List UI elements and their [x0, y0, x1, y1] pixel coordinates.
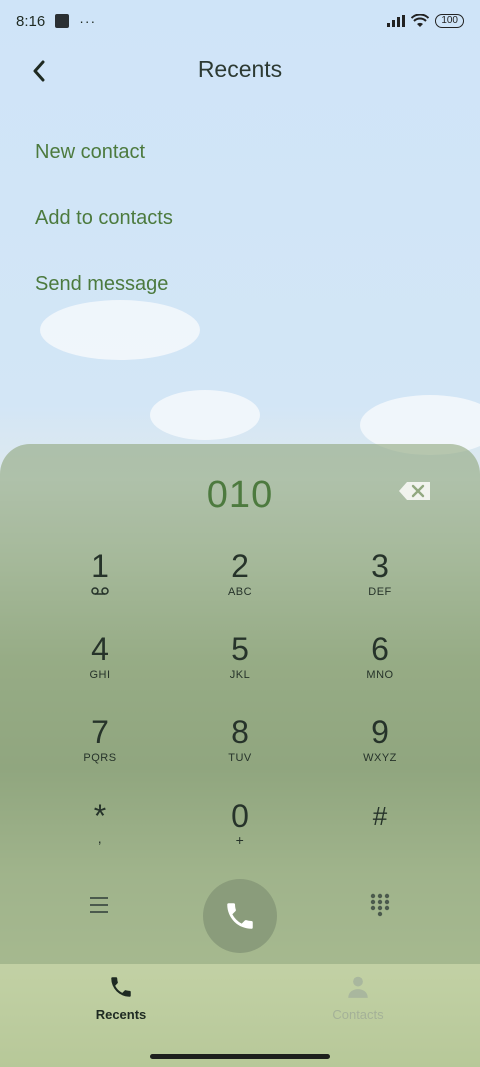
key-letters: PQRS — [83, 752, 117, 764]
keypad-grid-icon — [370, 893, 390, 917]
key-letters: ABC — [227, 586, 253, 598]
key-digit: 4 — [91, 631, 109, 667]
page-title: Recents — [197, 56, 283, 82]
signal-icon — [387, 15, 406, 27]
key-star[interactable]: * , — [40, 798, 160, 868]
key-9[interactable]: 9 WXYZ — [320, 714, 440, 784]
menu-button[interactable] — [88, 894, 112, 916]
key-1[interactable]: 1 — [40, 548, 160, 618]
app-header: Recents — [0, 44, 480, 96]
toggle-keypad-button[interactable] — [369, 892, 391, 918]
tab-recents[interactable]: Recents — [61, 974, 181, 1022]
bottom-navigation: Recents Contacts — [0, 964, 480, 1067]
call-button[interactable] — [203, 879, 277, 953]
phone-icon — [111, 977, 131, 997]
send-message-option[interactable]: Send message — [35, 273, 168, 296]
key-5[interactable]: 5 JKL — [180, 631, 300, 701]
backspace-button[interactable] — [398, 481, 432, 505]
more-notifications-icon: ··· — [79, 13, 97, 29]
key-letters: + — [235, 832, 245, 848]
key-2[interactable]: 2 ABC — [180, 548, 300, 618]
key-digit: * — [93, 798, 107, 834]
cloud-shape — [150, 390, 260, 440]
person-icon — [348, 976, 368, 998]
key-letters: , — [97, 830, 103, 846]
key-7[interactable]: 7 PQRS — [40, 714, 160, 784]
key-digit: 9 — [371, 714, 389, 750]
key-digit: # — [372, 801, 388, 831]
key-0[interactable]: 0 + — [180, 798, 300, 868]
key-digit: 6 — [371, 631, 389, 667]
status-bar: 8:16 ··· 100 — [0, 0, 480, 42]
battery-icon: 100 — [435, 14, 464, 28]
key-digit: 0 — [231, 798, 249, 834]
key-hash[interactable]: # — [320, 798, 440, 868]
key-digit: 1 — [91, 548, 109, 584]
key-digit: 5 — [231, 631, 249, 667]
key-4[interactable]: 4 GHI — [40, 631, 160, 701]
key-letters: TUV — [228, 752, 252, 764]
add-to-contacts-option[interactable]: Add to contacts — [35, 207, 173, 230]
key-letters: JKL — [229, 669, 251, 681]
key-letters: DEF — [368, 586, 392, 598]
key-letters: WXYZ — [363, 752, 397, 764]
key-8[interactable]: 8 TUV — [180, 714, 300, 784]
wifi-icon — [411, 14, 430, 27]
key-letters: GHI — [89, 669, 111, 681]
notification-icon — [55, 14, 70, 28]
status-time: 8:16 — [16, 12, 46, 30]
key-digit: 2 — [231, 548, 249, 584]
key-letters: MNO — [366, 669, 394, 681]
key-6[interactable]: 6 MNO — [320, 631, 440, 701]
voicemail-icon — [40, 586, 160, 599]
key-digit: 3 — [371, 548, 389, 584]
cloud-shape — [40, 300, 200, 360]
backspace-icon — [399, 482, 430, 500]
new-contact-option[interactable]: New contact — [35, 141, 145, 164]
key-digit: 8 — [231, 714, 249, 750]
tab-recents-label: Recents — [95, 1007, 147, 1022]
tab-contacts[interactable]: Contacts — [298, 974, 418, 1022]
home-indicator[interactable] — [150, 1054, 330, 1059]
tab-contacts-label: Contacts — [332, 1007, 384, 1022]
phone-icon — [227, 903, 253, 929]
menu-lines-icon — [90, 897, 108, 913]
key-digit: 7 — [91, 714, 109, 750]
key-3[interactable]: 3 DEF — [320, 548, 440, 618]
